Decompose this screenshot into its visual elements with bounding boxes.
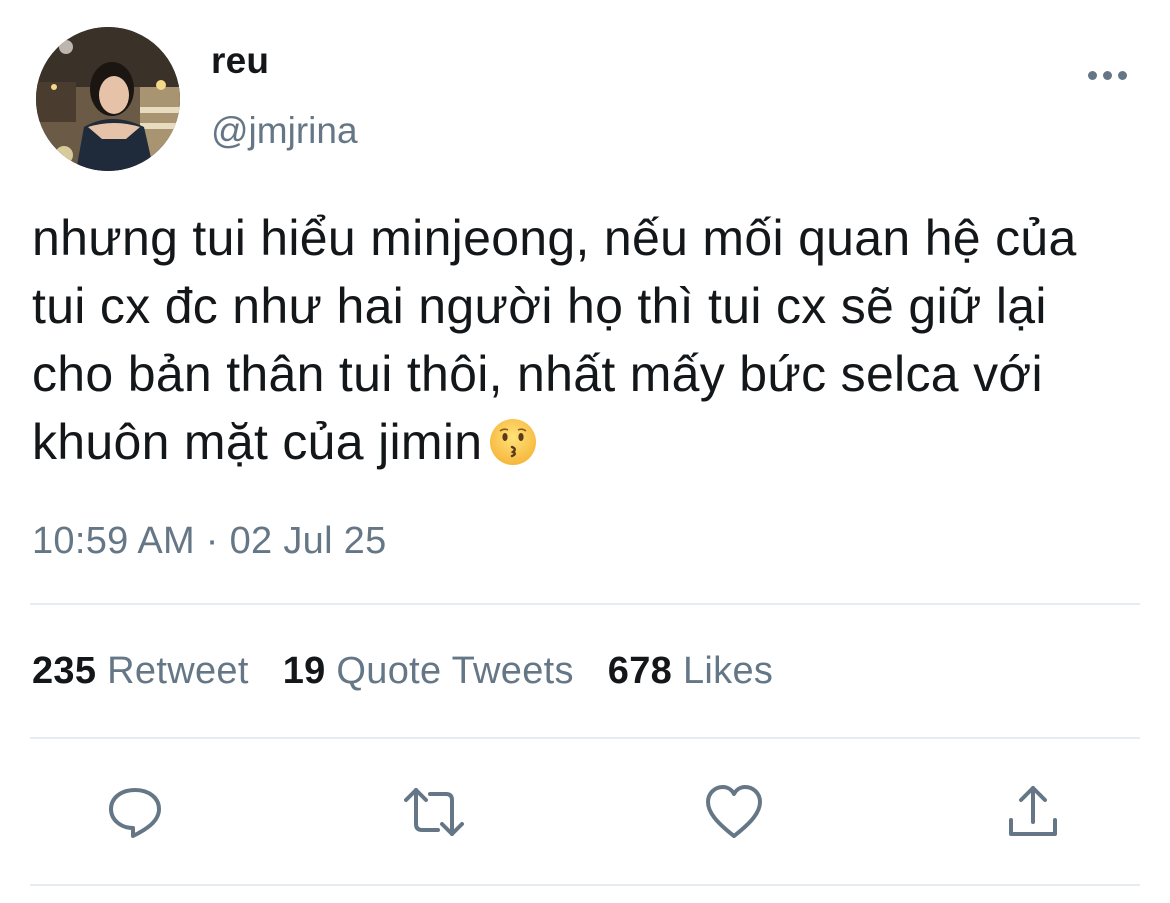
kissing-face-emoji <box>488 416 538 466</box>
tweet-text: nhưng tui hiểu minjeong, nếu mối quan hệ… <box>32 204 1142 476</box>
retweets-stat[interactable]: 235 Retweet <box>32 650 249 693</box>
divider <box>30 737 1140 739</box>
avatar[interactable] <box>36 27 180 171</box>
reply-icon[interactable] <box>105 782 165 842</box>
tweet-body: nhưng tui hiểu minjeong, nếu mối quan hệ… <box>32 210 1077 470</box>
divider <box>30 884 1140 886</box>
engagement-stats: 235 Retweet 19 Quote Tweets 678 Likes <box>32 650 807 693</box>
tweet-timestamp[interactable]: 10:59 AM · 02 Jul 25 <box>32 520 387 563</box>
likes-stat[interactable]: 678 Likes <box>608 650 773 693</box>
tweet-detail: reu @jmjrina nhưng tui hiểu minjeong, nế… <box>0 0 1170 903</box>
dot <box>1087 70 1097 80</box>
quote-tweets-stat[interactable]: 19 Quote Tweets <box>283 650 574 693</box>
quotes-label: Quote Tweets <box>336 650 574 692</box>
likes-label: Likes <box>682 650 774 692</box>
dot <box>1102 70 1112 80</box>
like-heart-icon[interactable] <box>704 782 764 842</box>
display-name[interactable]: reu <box>211 40 269 82</box>
retweets-label: Retweet <box>107 650 249 692</box>
share-icon[interactable] <box>1003 782 1063 842</box>
user-handle[interactable]: @jmjrina <box>211 110 358 152</box>
avatar-image <box>36 27 180 171</box>
quotes-count: 19 <box>282 650 326 692</box>
retweets-count: 235 <box>32 650 97 692</box>
dot <box>1117 70 1127 80</box>
likes-count: 678 <box>607 650 673 692</box>
retweet-icon[interactable] <box>404 782 464 842</box>
divider <box>30 603 1140 605</box>
more-options-icon[interactable] <box>1085 62 1129 88</box>
